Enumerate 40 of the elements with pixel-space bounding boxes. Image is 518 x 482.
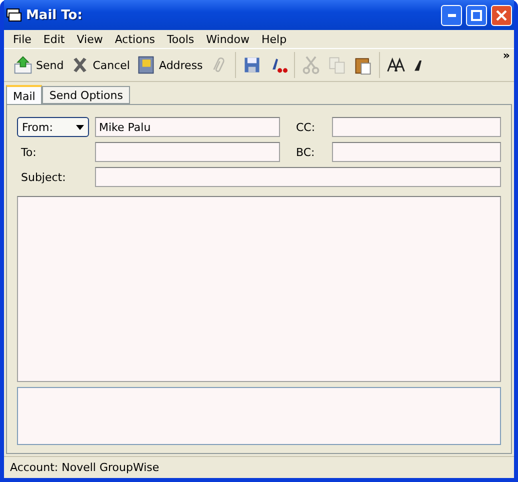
from-field[interactable]: Mike Palu bbox=[95, 117, 280, 137]
scissors-icon bbox=[300, 55, 321, 75]
cc-field[interactable] bbox=[332, 117, 501, 137]
menu-item[interactable]: Actions bbox=[108, 32, 162, 46]
bc-label: BC: bbox=[295, 146, 316, 158]
maximize-icon bbox=[471, 10, 482, 20]
menu-item[interactable]: Window bbox=[200, 32, 256, 46]
toolbar-button[interactable]: Cancel bbox=[66, 51, 133, 79]
toolbar-button[interactable]: Send bbox=[10, 51, 67, 79]
mail-window-icon bbox=[6, 7, 22, 23]
menu-item[interactable]: Edit bbox=[37, 32, 71, 46]
dropdown-arrow-icon bbox=[76, 124, 84, 130]
window-title: Mail To: bbox=[26, 8, 84, 22]
menu-item[interactable]: File bbox=[7, 32, 38, 46]
minimize-button[interactable] bbox=[441, 4, 462, 26]
toolbar-button[interactable]: Address bbox=[132, 51, 206, 79]
address-book-icon bbox=[136, 55, 156, 75]
tab[interactable]: Send Options bbox=[42, 86, 130, 104]
maximize-button[interactable] bbox=[466, 4, 487, 26]
status-bar: Account: Novell GroupWise bbox=[4, 456, 514, 478]
clipboard-icon bbox=[352, 55, 373, 75]
from-dropdown[interactable]: From: bbox=[17, 117, 89, 137]
close-icon bbox=[496, 10, 507, 20]
menu-item[interactable]: Tools bbox=[161, 32, 200, 46]
tab[interactable]: Mail bbox=[6, 85, 42, 105]
minimize-icon bbox=[448, 14, 456, 16]
menu-item[interactable]: View bbox=[70, 32, 109, 46]
bc-field[interactable] bbox=[332, 142, 501, 162]
copy-icon bbox=[326, 55, 347, 75]
message-body-field[interactable] bbox=[17, 196, 501, 382]
to-field[interactable] bbox=[95, 142, 280, 162]
close-button[interactable] bbox=[491, 4, 512, 26]
toolbar-overflow-button[interactable]: » bbox=[502, 49, 510, 62]
envelope-arrow-icon bbox=[13, 55, 33, 75]
to-label: To: bbox=[20, 146, 38, 158]
subject-label: Subject: bbox=[20, 170, 67, 184]
subject-field[interactable] bbox=[95, 167, 501, 187]
cc-label: CC: bbox=[295, 120, 316, 134]
menu-item[interactable]: Help bbox=[256, 32, 293, 46]
attachment-area[interactable] bbox=[17, 387, 501, 445]
